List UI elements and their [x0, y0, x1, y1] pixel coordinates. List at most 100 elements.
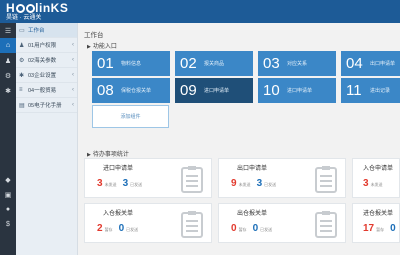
- stats-section-title: ▶ 待办事项统计: [87, 152, 129, 158]
- sidebar-item-label: 02海关参数: [28, 58, 57, 64]
- clipboard-icon: [181, 166, 203, 193]
- tile-label: 进口申请单: [204, 88, 230, 94]
- tile-mapping[interactable]: 03 对应关系: [258, 51, 336, 76]
- logo-letter: H: [6, 1, 16, 15]
- shield-icon[interactable]: ◆: [0, 172, 16, 187]
- money-icon[interactable]: ▣: [0, 187, 16, 202]
- users-icon[interactable]: ♟: [0, 53, 16, 68]
- stat-unit: 已发送: [126, 227, 139, 232]
- sidebar-item-e-manual[interactable]: ▤ 05电子化手册 ‹: [16, 98, 77, 113]
- sidebar-item-user-permissions[interactable]: ♟ 01用户权限 ‹: [16, 38, 77, 53]
- stat-card-title: 入仓报关单: [103, 211, 134, 217]
- stat-value-unsent: 3: [97, 178, 103, 189]
- user-icon[interactable]: ●: [0, 202, 16, 217]
- settings-icon[interactable]: ⚙: [0, 68, 16, 83]
- stat-card-warehouse-out-declaration[interactable]: 出仓报关单 0 暂存 0 已发送: [218, 203, 346, 243]
- dollar-icon[interactable]: $: [0, 217, 16, 232]
- stat-card-export-request[interactable]: 出口申请单 9 未发送 3 已发送: [218, 158, 346, 198]
- sidebar-item-label: 05电子化手册: [28, 103, 62, 109]
- stat-card-title: 出仓报关单: [237, 211, 268, 217]
- chevron-left-icon: ‹: [72, 102, 74, 108]
- stat-card-warehouse-in-request[interactable]: 入仓申请单 3 未发送: [352, 158, 400, 198]
- chevron-left-icon: ‹: [72, 42, 74, 48]
- stat-card-import-request[interactable]: 进口申请单 3 未发送 3 已发送: [84, 158, 212, 198]
- tile-number: 01: [97, 55, 114, 72]
- entry-title-text: 功能入口: [92, 44, 117, 50]
- stat-unit: 未发送: [238, 182, 251, 187]
- stat-value-sent: 0: [252, 223, 259, 234]
- tile-label: 进口申请单: [287, 88, 313, 94]
- tile-number: 03: [263, 55, 280, 72]
- sidebar-item-workbench[interactable]: ▭ 工作台: [16, 23, 77, 38]
- tile-import-request[interactable]: 09 进口申请单: [175, 78, 253, 103]
- stat-card-title: 进口申请单: [103, 166, 134, 172]
- clipboard-icon: [315, 211, 337, 238]
- desktop-icon: ▭: [19, 27, 25, 34]
- stat-unit: 暂存: [104, 227, 113, 232]
- tile-number: 11: [346, 82, 362, 99]
- tile-import-request-2[interactable]: 10 进口申请单: [258, 78, 336, 103]
- page-title: 工作台: [84, 32, 104, 39]
- sidebar-item-general-trade[interactable]: ≡ 04一般贸易 ‹: [16, 83, 77, 98]
- top-bar: HlinKS 昊链 · 云通关: [0, 0, 400, 23]
- sidebar-item-label: 01用户权限: [28, 43, 57, 49]
- stat-value-unsent: 9: [231, 178, 237, 189]
- gear-icon: ✱: [19, 72, 25, 79]
- entry-section-title: ▶ 功能入口: [87, 44, 117, 50]
- tile-number: 02: [180, 55, 197, 72]
- stat-unit: 暂存: [376, 227, 385, 232]
- home-icon[interactable]: ⌂: [0, 38, 16, 53]
- clipboard-icon: [181, 211, 203, 238]
- tile-number: 04: [346, 55, 363, 72]
- stat-value-sent: 0: [118, 223, 125, 234]
- tile-bonded-declaration[interactable]: 08 保税仓报关单: [92, 78, 170, 103]
- tile-label: 保税仓报关单: [121, 88, 152, 94]
- icon-rail: ☰ ⌂ ♟ ⚙ ✱ ◆ ▣ ● $: [0, 23, 16, 255]
- stat-unit: 已发送: [260, 227, 273, 232]
- tile-label: 出口申请单: [370, 61, 396, 67]
- logo-subtitle: 昊链 · 云通关: [6, 15, 42, 21]
- stat-unit: 未发送: [104, 182, 117, 187]
- book-icon: ▤: [19, 102, 25, 109]
- tile-label: 物料信息: [121, 61, 142, 67]
- stat-value-draft: 17: [363, 223, 375, 234]
- stat-unit: 暂存: [238, 227, 247, 232]
- stat-unit: 未发送: [370, 182, 383, 187]
- stat-card-warehouse-entry-declaration[interactable]: 进仓报关单 17 暂存 0: [352, 203, 400, 243]
- stat-value-unsent: 3: [363, 178, 369, 189]
- tile-material-info[interactable]: 01 物料信息: [92, 51, 170, 76]
- tile-inout-records[interactable]: 11 进出记录: [341, 78, 400, 103]
- tile-export-request[interactable]: 04 出口申请单: [341, 51, 400, 76]
- sidebar-item-customs-params[interactable]: ⚙ 02海关参数 ‹: [16, 53, 77, 68]
- users-icon: ♟: [19, 42, 25, 49]
- sidebar: ▭ 工作台 ♟ 01用户权限 ‹ ⚙ 02海关参数 ‹ ✱ 03企业设置 ‹ ≡…: [16, 23, 78, 255]
- sidebar-item-label: 03企业设置: [28, 73, 57, 79]
- stat-value-sent: 0: [390, 223, 396, 234]
- stat-value-sent: 3: [256, 178, 263, 189]
- stat-value-draft: 0: [231, 223, 237, 234]
- logo-text: linKS: [35, 1, 69, 15]
- cogs-icon: ⚙: [19, 57, 25, 64]
- gear-icon[interactable]: ✱: [0, 83, 16, 98]
- sidebar-item-company-settings[interactable]: ✱ 03企业设置 ‹: [16, 68, 77, 83]
- stat-value-draft: 2: [97, 223, 103, 234]
- clipboard-icon: [315, 166, 337, 193]
- tile-number: 09: [180, 82, 197, 99]
- tile-number: 08: [97, 82, 114, 99]
- stat-unit: 已发送: [264, 182, 277, 187]
- chevron-left-icon: ‹: [72, 72, 74, 78]
- stat-unit: 已发送: [130, 182, 143, 187]
- list-icon: ≡: [19, 87, 23, 93]
- stat-card-title: 入仓申请单: [363, 166, 394, 172]
- add-widget-button[interactable]: 添加组件: [92, 105, 169, 128]
- tile-customs-goods[interactable]: 02 报关商品: [175, 51, 253, 76]
- tile-label: 进出记录: [370, 88, 391, 94]
- chevron-left-icon: ‹: [72, 57, 74, 63]
- sidebar-item-label: 04一般贸易: [28, 88, 57, 94]
- tile-label: 报关商品: [204, 61, 225, 67]
- stat-card-warehouse-in-declaration[interactable]: 入仓报关单 2 暂存 0 已发送: [84, 203, 212, 243]
- menu-icon[interactable]: ☰: [0, 23, 16, 38]
- sidebar-item-label: 工作台: [28, 28, 45, 34]
- logo: HlinKS 昊链 · 云通关: [6, 2, 68, 22]
- tile-label: 对应关系: [287, 61, 308, 67]
